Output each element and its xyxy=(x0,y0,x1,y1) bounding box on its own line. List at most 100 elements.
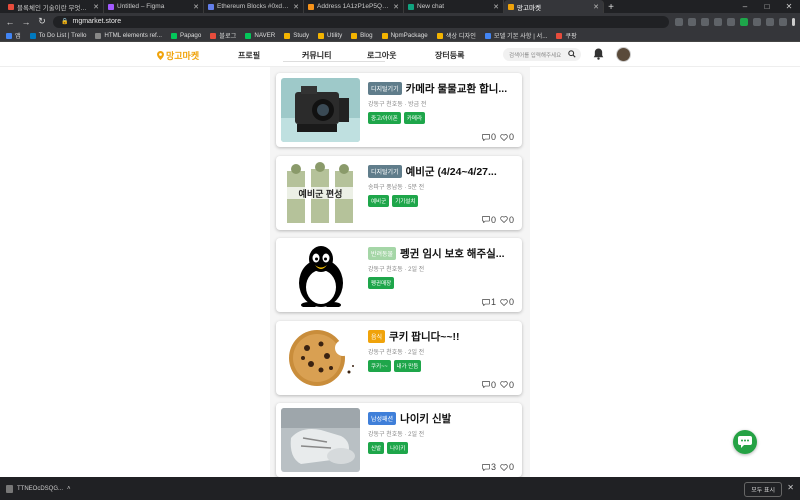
post-tag[interactable]: 신발 xyxy=(368,442,385,454)
browser-tab[interactable]: Address 1A1zP1eP5QGefi2DMP✕ xyxy=(304,0,404,13)
post-tag[interactable]: 나이키 xyxy=(387,442,409,454)
location-icon[interactable] xyxy=(675,17,683,26)
bookmark-item[interactable]: Study xyxy=(284,32,309,39)
bookmark-label: 앱 xyxy=(15,33,21,40)
like-count-value: 0 xyxy=(508,132,514,142)
comment-count[interactable]: 0 xyxy=(482,215,496,225)
maximize-icon[interactable]: □ xyxy=(756,0,778,13)
comment-count[interactable]: 1 xyxy=(482,297,496,307)
post-tag[interactable]: 카메라 xyxy=(403,112,426,124)
post-card[interactable]: 반려동물 펭귄 임시 보호 해주실... 강동구 천호동 · 2일 전 펭귄매장 1 0 xyxy=(276,238,522,312)
menu-icon[interactable] xyxy=(792,17,795,26)
comment-icon xyxy=(482,298,490,306)
download-item[interactable]: TTNEOcDSQG... ˄ xyxy=(6,484,71,493)
nav-register[interactable]: 장터등록 xyxy=(435,50,464,61)
post-card[interactable]: 음식 쿠키 팝니다~~!! 강동구 천호동 · 2일 전 쿠키~~ 내가 만듬 0 0 xyxy=(276,320,522,395)
post-title[interactable]: 카메라 물물교환 합니... xyxy=(406,81,508,96)
chat-button[interactable] xyxy=(733,430,757,454)
browser-tab[interactable]: Untitled – Figma ✕ xyxy=(104,0,204,13)
post-tag[interactable]: 중고/아이폰 xyxy=(368,112,401,124)
chevron-up-icon[interactable]: ˄ xyxy=(67,486,71,492)
post-card[interactable]: 예비군 편성 디지털기기 예비군 (4/24~4/27... 송파구 풍납동 · 5분… xyxy=(276,155,522,230)
url-input[interactable]: 🔒 mgmarket.store xyxy=(53,15,669,28)
like-count[interactable]: 0 xyxy=(500,297,514,307)
tab-close-icon[interactable]: ✕ xyxy=(593,3,599,11)
comment-count[interactable]: 0 xyxy=(482,380,496,390)
bookmark-item[interactable]: Papago xyxy=(170,32,201,39)
tab-label: New chat xyxy=(417,3,445,10)
tab-close-icon[interactable]: ✕ xyxy=(493,3,499,11)
show-all-downloads-button[interactable]: 모두 표시 xyxy=(744,482,782,497)
puzzle-icon[interactable] xyxy=(753,17,761,26)
user-avatar[interactable] xyxy=(616,47,631,62)
post-title[interactable]: 펭귄 임시 보호 해주실... xyxy=(400,246,504,261)
extension-icon[interactable] xyxy=(740,17,748,26)
bookmark-favicon-icon xyxy=(318,32,325,39)
bookmark-item[interactable]: 앱 xyxy=(6,31,21,40)
bookmark-item[interactable]: 모델 기본 사항 | 서... xyxy=(484,31,547,40)
comment-count[interactable]: 0 xyxy=(482,132,496,142)
post-title[interactable]: 쿠키 팝니다~~!! xyxy=(389,329,459,344)
post-card[interactable]: 디지털기기 카메라 물물교환 합니... 강동구 천호동 · 방금 전 중고/아이폰 카… xyxy=(276,73,522,147)
bookmark-item[interactable]: Blog xyxy=(351,32,373,39)
bookmark-label: To Do List | Trello xyxy=(38,32,87,39)
post-tag[interactable]: 쿠키~~ xyxy=(368,359,391,372)
post-tag[interactable]: 기기설치 xyxy=(392,194,419,207)
search-input[interactable]: 검색어를 입력해주세요 xyxy=(503,48,581,61)
search-icon[interactable] xyxy=(568,50,576,58)
bookmark-item[interactable]: Utility xyxy=(318,32,342,39)
category-badge: 음식 xyxy=(368,329,386,343)
tab-close-icon[interactable]: ✕ xyxy=(93,3,99,11)
nav-community[interactable]: 커뮤니티 xyxy=(302,50,331,61)
bookmark-item[interactable]: To Do List | Trello xyxy=(29,32,87,39)
bookmark-item[interactable]: 쿠팡 xyxy=(556,31,577,40)
share-icon[interactable] xyxy=(714,17,722,26)
tab-close-icon[interactable]: ✕ xyxy=(193,3,199,11)
download-filename: TTNEOcDSQG... xyxy=(17,485,64,492)
browser-tab[interactable]: 망고마켓 ✕ xyxy=(504,0,604,13)
back-icon[interactable]: ← xyxy=(5,17,15,27)
category-badge: 남성패션 xyxy=(368,412,397,425)
profile-avatar[interactable] xyxy=(779,17,787,26)
minimize-icon[interactable]: – xyxy=(734,0,756,13)
browser-tab[interactable]: New chat ✕ xyxy=(404,0,504,13)
nav-logout[interactable]: 로그아웃 xyxy=(367,50,396,61)
tab-close-icon[interactable]: ✕ xyxy=(393,3,399,11)
tab-close-icon[interactable]: ✕ xyxy=(293,3,299,11)
heart-icon xyxy=(500,216,508,223)
bookmark-favicon-icon xyxy=(29,32,36,39)
post-tag[interactable]: 펭귄매장 xyxy=(368,277,395,289)
close-window-icon[interactable]: ✕ xyxy=(778,0,800,13)
search-placeholder: 검색어를 입력해주세요 xyxy=(509,52,562,59)
post-tag[interactable]: 내가 만듬 xyxy=(393,359,422,372)
bookmark-item[interactable]: NpmPackage xyxy=(381,32,428,39)
nav-profile[interactable]: 프로필 xyxy=(238,50,260,61)
bookmark-label: Blog xyxy=(360,32,373,39)
like-count[interactable]: 0 xyxy=(500,380,514,390)
like-count[interactable]: 0 xyxy=(500,462,514,472)
sidepanel-icon[interactable] xyxy=(766,17,774,26)
bell-icon[interactable] xyxy=(593,48,604,60)
post-tag[interactable]: 예비군 xyxy=(368,194,390,207)
reload-icon[interactable]: ↻ xyxy=(37,16,47,27)
bookmark-item[interactable]: HTML elements ref... xyxy=(95,32,162,39)
browser-tab[interactable]: 블록체인 기술이란 무엇일까요?✕ xyxy=(4,0,104,13)
zoom-icon[interactable] xyxy=(701,17,709,26)
key-icon[interactable] xyxy=(688,17,696,26)
post-card[interactable]: 남성패션 나이키 신발 강동구 천호동 · 2일 전 신발 나이키 3 0 xyxy=(276,403,522,477)
site-logo[interactable]: 망고마켓 xyxy=(157,49,199,62)
bookmark-item[interactable]: NAVER xyxy=(245,32,275,39)
close-downloads-icon[interactable]: ✕ xyxy=(787,483,794,492)
browser-tab[interactable]: Ethereum Blocks #0xdAe0674076✕ xyxy=(204,0,304,13)
comment-count[interactable]: 3 xyxy=(482,462,496,472)
post-title[interactable]: 나이키 신발 xyxy=(400,411,451,426)
like-count[interactable]: 0 xyxy=(500,132,514,142)
tab-favicon-icon xyxy=(408,3,414,10)
bookmark-item[interactable]: 블로그 xyxy=(210,31,236,40)
post-title[interactable]: 예비군 (4/24~4/27... xyxy=(406,164,497,179)
bookmark-item[interactable]: 색상 디자인 xyxy=(436,31,476,40)
forward-icon[interactable]: → xyxy=(21,17,31,27)
like-count[interactable]: 0 xyxy=(500,215,514,225)
new-tab-icon[interactable]: + xyxy=(604,2,618,13)
bookmark-star-icon[interactable] xyxy=(727,17,735,26)
